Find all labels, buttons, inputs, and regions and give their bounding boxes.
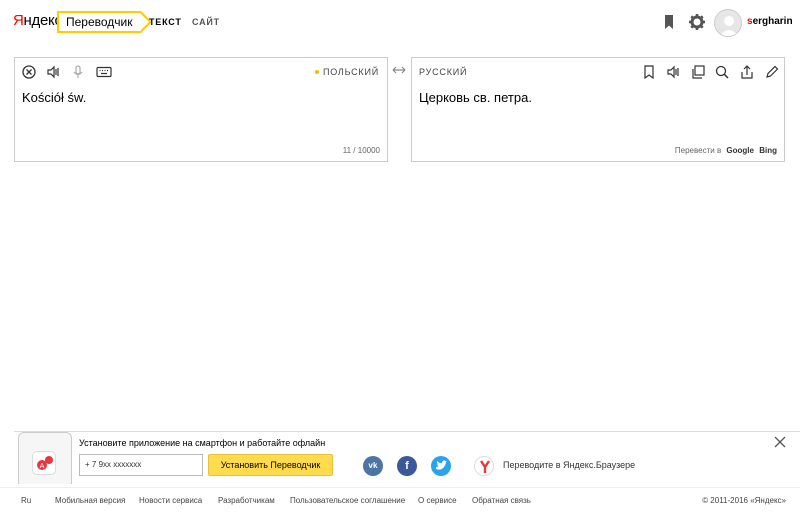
facebook-share-button[interactable]: f <box>397 456 417 476</box>
footer-link-language[interactable]: Ru <box>21 496 31 505</box>
footer-link-developers[interactable]: Разработчикам <box>218 496 275 505</box>
footer-link-mobile[interactable]: Мобильная версия <box>55 496 125 505</box>
source-language-select[interactable]: ПОЛЬСКИЙ <box>314 67 379 77</box>
close-icon[interactable] <box>774 436 786 448</box>
bookmark-icon[interactable] <box>642 65 656 79</box>
translator-app-icon: A <box>32 451 56 475</box>
speaker-icon[interactable] <box>47 65 61 79</box>
promo-title: Установите приложение на смартфон и рабо… <box>79 438 326 448</box>
translate-in-label: Перевести в <box>674 146 722 155</box>
target-language-select[interactable]: РУССКИЙ <box>419 67 467 77</box>
phone-number-input[interactable]: + 7 9xx xxxxxxx <box>79 454 203 476</box>
translate-engines: Перевести в Google Bing <box>675 146 777 155</box>
twitter-bird-icon <box>436 460 448 470</box>
logo-rest: ндекс <box>23 12 62 29</box>
footer: Ru Мобильная версия Новости сервиса Разр… <box>0 487 800 516</box>
source-language-label: ПОЛЬСКИЙ <box>322 67 379 77</box>
microphone-icon[interactable] <box>71 65 85 79</box>
footer-link-news[interactable]: Новости сервиса <box>139 496 202 505</box>
yandex-logo[interactable]: Яндекс <box>13 12 62 29</box>
service-name[interactable]: Переводчик <box>57 11 151 33</box>
target-panel: РУССКИЙ Церковь св. петра. Перевести в G… <box>411 57 785 162</box>
char-counter: 11 / 10000 <box>342 146 380 155</box>
engine-bing-link[interactable]: Bing <box>759 146 777 155</box>
tab-site[interactable]: САЙТ <box>192 17 220 27</box>
settings-icon[interactable] <box>688 13 706 31</box>
swap-icon[interactable] <box>392 64 406 76</box>
install-app-button[interactable]: Установить Переводчик <box>208 454 333 476</box>
keyboard-icon[interactable] <box>96 65 112 79</box>
svg-text:A: A <box>40 462 45 470</box>
translation-text: Церковь св. петра. <box>419 90 532 105</box>
tab-text[interactable]: ТЕКСТ <box>149 17 182 27</box>
edit-icon[interactable] <box>765 65 779 79</box>
footer-link-feedback[interactable]: Обратная связь <box>472 496 531 505</box>
yandex-browser-icon[interactable] <box>474 456 494 476</box>
engine-google-link[interactable]: Google <box>726 146 754 155</box>
share-icon[interactable] <box>740 65 754 79</box>
language-detected-dot <box>314 69 319 74</box>
bookmark-icon[interactable] <box>660 13 678 31</box>
speaker-icon[interactable] <box>667 65 681 79</box>
yandex-browser-link[interactable]: Переводите в Яндекс.Браузере <box>503 460 635 470</box>
copyright: © 2011-2016 «Яндекс» <box>702 496 786 505</box>
username[interactable]: sergharin <box>747 16 793 27</box>
user-silhouette-icon <box>719 16 739 36</box>
logo-letter: Я <box>13 12 24 29</box>
source-panel: ПОЛЬСКИЙ Kościół św. 11 / 10000 <box>14 57 388 162</box>
phone-illustration: A <box>18 432 72 484</box>
copy-icon[interactable] <box>691 65 705 79</box>
avatar[interactable] <box>714 9 742 37</box>
app-promo-banner: A Установите приложение на смартфон и ра… <box>14 431 800 484</box>
vk-share-button[interactable]: vk <box>363 456 383 476</box>
clear-icon[interactable] <box>22 65 36 79</box>
header: Яндекс Переводчик ТЕКСТ САЙТ sergharin <box>0 0 800 44</box>
footer-link-agreement[interactable]: Пользовательское соглашение <box>290 496 405 505</box>
twitter-share-button[interactable] <box>431 456 451 476</box>
source-text-input[interactable]: Kościół św. <box>22 90 86 105</box>
footer-link-about[interactable]: О сервисе <box>418 496 457 505</box>
username-rest: ergharin <box>752 16 793 27</box>
search-icon[interactable] <box>715 65 729 79</box>
